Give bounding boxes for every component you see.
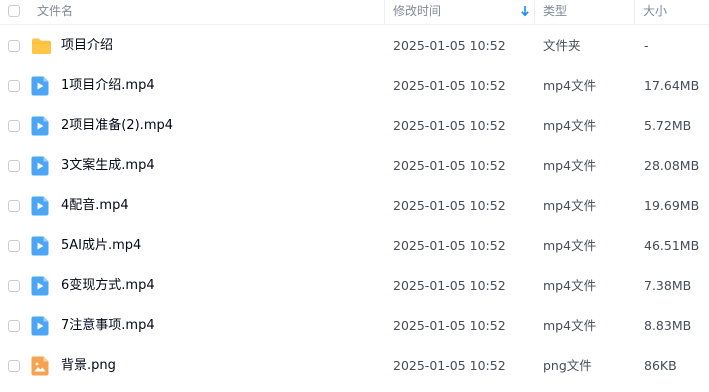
file-mtime: 2025-01-05 10:52	[393, 158, 506, 173]
video-file-icon	[31, 276, 49, 296]
file-list: 文件名 修改时间 类型 大小 项目介绍 2025-01-05 10:52 文件夹…	[0, 0, 709, 392]
file-size: 7.38MB	[644, 278, 692, 293]
file-name[interactable]: 2项目准备(2).mp4	[61, 106, 173, 146]
video-file-icon	[31, 156, 49, 176]
file-size: 86KB	[644, 358, 677, 373]
column-header-type[interactable]: 类型	[543, 0, 567, 24]
file-name[interactable]: 背景.png	[61, 346, 116, 386]
file-list-header: 文件名 修改时间 类型 大小	[0, 0, 709, 25]
column-divider[interactable]	[634, 0, 635, 24]
file-mtime: 2025-01-05 10:52	[393, 278, 506, 293]
column-divider[interactable]	[384, 0, 385, 24]
file-mtime: 2025-01-05 10:52	[393, 118, 506, 133]
video-file-icon	[31, 316, 49, 336]
file-type: 文件夹	[543, 38, 581, 53]
file-name[interactable]: 7注意事项.mp4	[61, 306, 155, 346]
file-type: mp4文件	[543, 238, 597, 253]
file-row[interactable]: 2项目准备(2).mp4 2025-01-05 10:52 mp4文件 5.72…	[0, 106, 709, 146]
video-file-icon	[31, 76, 49, 96]
row-checkbox[interactable]	[8, 280, 20, 292]
file-row[interactable]: 3文案生成.mp4 2025-01-05 10:52 mp4文件 28.08MB	[0, 146, 709, 186]
file-row[interactable]: 5AI成片.mp4 2025-01-05 10:52 mp4文件 46.51MB	[0, 226, 709, 266]
file-size: 46.51MB	[644, 238, 700, 253]
column-header-size[interactable]: 大小	[643, 0, 667, 24]
file-row[interactable]: 7注意事项.mp4 2025-01-05 10:52 mp4文件 8.83MB	[0, 306, 709, 346]
row-checkbox[interactable]	[8, 40, 20, 52]
file-mtime: 2025-01-05 10:52	[393, 318, 506, 333]
select-all-checkbox[interactable]	[8, 5, 20, 17]
file-type: png文件	[543, 358, 592, 373]
file-size: 19.69MB	[644, 198, 700, 213]
folder-icon	[32, 38, 51, 54]
file-type: mp4文件	[543, 78, 597, 93]
image-file-icon	[31, 356, 49, 376]
video-file-icon	[31, 236, 49, 256]
file-name[interactable]: 4配音.mp4	[61, 186, 129, 226]
file-name[interactable]: 3文案生成.mp4	[61, 146, 155, 186]
file-type: mp4文件	[543, 158, 597, 173]
file-mtime: 2025-01-05 10:52	[393, 238, 506, 253]
row-checkbox[interactable]	[8, 320, 20, 332]
file-size: 28.08MB	[644, 158, 700, 173]
file-row[interactable]: 6变现方式.mp4 2025-01-05 10:52 mp4文件 7.38MB	[0, 266, 709, 306]
video-file-icon	[31, 116, 49, 136]
row-checkbox[interactable]	[8, 80, 20, 92]
file-size: 8.83MB	[644, 318, 692, 333]
row-checkbox[interactable]	[8, 120, 20, 132]
file-size: -	[644, 38, 649, 53]
file-type: mp4文件	[543, 198, 597, 213]
video-file-icon	[31, 196, 49, 216]
file-name[interactable]: 1项目介绍.mp4	[61, 66, 155, 106]
file-row[interactable]: 项目介绍 2025-01-05 10:52 文件夹 -	[0, 26, 709, 66]
file-row[interactable]: 背景.png 2025-01-05 10:52 png文件 86KB	[0, 346, 709, 386]
file-name[interactable]: 5AI成片.mp4	[61, 226, 141, 266]
row-checkbox[interactable]	[8, 360, 20, 372]
row-checkbox[interactable]	[8, 160, 20, 172]
file-type: mp4文件	[543, 278, 597, 293]
file-size: 5.72MB	[644, 118, 692, 133]
column-header-mtime[interactable]: 修改时间	[393, 0, 441, 24]
file-mtime: 2025-01-05 10:52	[393, 198, 506, 213]
file-row[interactable]: 1项目介绍.mp4 2025-01-05 10:52 mp4文件 17.64MB	[0, 66, 709, 106]
row-checkbox[interactable]	[8, 200, 20, 212]
file-mtime: 2025-01-05 10:52	[393, 358, 506, 373]
file-type: mp4文件	[543, 118, 597, 133]
row-checkbox[interactable]	[8, 240, 20, 252]
file-size: 17.64MB	[644, 78, 700, 93]
file-mtime: 2025-01-05 10:52	[393, 38, 506, 53]
arrow-down-icon[interactable]	[520, 5, 530, 17]
file-name[interactable]: 项目介绍	[61, 26, 113, 66]
file-row[interactable]: 4配音.mp4 2025-01-05 10:52 mp4文件 19.69MB	[0, 186, 709, 226]
file-mtime: 2025-01-05 10:52	[393, 78, 506, 93]
file-type: mp4文件	[543, 318, 597, 333]
column-header-name[interactable]: 文件名	[37, 0, 73, 24]
file-name[interactable]: 6变现方式.mp4	[61, 266, 155, 306]
column-divider[interactable]	[534, 0, 535, 24]
